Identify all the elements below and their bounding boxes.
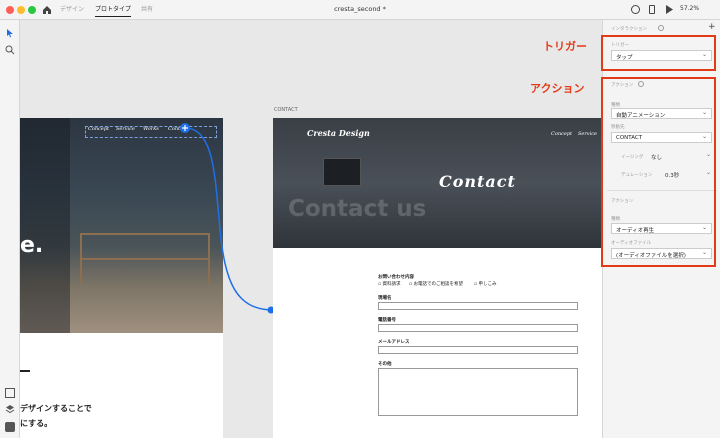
plugins-icon[interactable]	[5, 422, 15, 432]
tab-design[interactable]: デザイン	[60, 4, 84, 13]
home-icon[interactable]	[42, 5, 52, 14]
close-window-button[interactable]	[6, 6, 14, 14]
layers-icon[interactable]	[5, 404, 15, 414]
zoom-tool-icon[interactable]	[5, 45, 15, 55]
nav-link-concept[interactable]: Concept	[88, 126, 109, 132]
watermark-text: Contact us	[288, 196, 427, 222]
contact-hero: Cresta Design Concept Service Contact us…	[273, 118, 602, 248]
nav-link-works[interactable]: Works	[143, 126, 159, 132]
title-bar: デザイン プロトタイプ 共有 cresta_second * 57.2%	[0, 0, 720, 20]
panel-title: インタラクション	[611, 27, 647, 32]
artboard-label[interactable]: CONTACT	[274, 107, 298, 113]
company-label: 現場名	[378, 296, 392, 301]
device-preview-icon[interactable]	[649, 5, 655, 14]
option-brochure-label: 資料請求	[382, 282, 401, 287]
other-label: その他	[378, 362, 392, 367]
canvas[interactable]: Concept Service Works Conta e. デザインすることで…	[20, 20, 602, 438]
email-field[interactable]	[378, 346, 578, 354]
user-avatar-icon[interactable]	[631, 5, 640, 14]
option-brochure[interactable]: ▫ 資料請求	[378, 281, 400, 287]
zoom-level[interactable]: 57.2%	[680, 5, 699, 12]
action-highlight	[601, 77, 716, 267]
add-interaction-button[interactable]: +	[708, 22, 716, 32]
hero-heading: e.	[20, 233, 44, 258]
minimize-window-button[interactable]	[17, 6, 25, 14]
form-heading: お問い合わせ内容	[378, 275, 414, 280]
phone-label: 電話番号	[378, 318, 396, 323]
option-phone-label: お電話でのご相談を希望	[413, 282, 463, 287]
interaction-wire[interactable]	[175, 120, 275, 320]
brand-logo[interactable]: Cresta Design	[307, 128, 370, 138]
document-title[interactable]: cresta_second *	[300, 5, 420, 13]
email-label: メールアドレス	[378, 340, 410, 345]
nav-link-concept[interactable]: Concept	[551, 131, 572, 137]
info-icon[interactable]	[658, 25, 664, 31]
other-textarea[interactable]	[378, 368, 578, 416]
page-title: Contact	[439, 172, 516, 191]
select-tool-icon[interactable]	[5, 28, 15, 38]
trigger-annotation: トリガー	[543, 40, 587, 53]
assets-icon[interactable]	[5, 388, 15, 398]
option-phone[interactable]: ▫ お電話でのご相談を希望	[409, 281, 463, 287]
tab-share[interactable]: 共有	[141, 4, 153, 13]
option-apply[interactable]: ▫ 申しこみ	[474, 281, 496, 287]
nav-link-service[interactable]: Service	[116, 126, 135, 132]
maximize-window-button[interactable]	[28, 6, 36, 14]
body-text-line-2: にする。	[20, 419, 53, 428]
left-toolbar	[0, 20, 20, 438]
nav-link-service[interactable]: Service	[578, 131, 597, 137]
tab-prototype[interactable]: プロトタイプ	[95, 4, 132, 17]
body-text-line-1: デザインすることで	[20, 404, 92, 413]
phone-field[interactable]	[378, 324, 578, 332]
divider	[20, 370, 30, 372]
option-apply-label: 申しこみ	[478, 282, 497, 287]
trigger-highlight	[601, 35, 716, 71]
company-field[interactable]	[378, 302, 578, 310]
action-annotation: アクション	[530, 82, 585, 95]
artboard-contact[interactable]: Cresta Design Concept Service Contact us…	[273, 118, 602, 438]
play-icon[interactable]	[665, 5, 673, 14]
